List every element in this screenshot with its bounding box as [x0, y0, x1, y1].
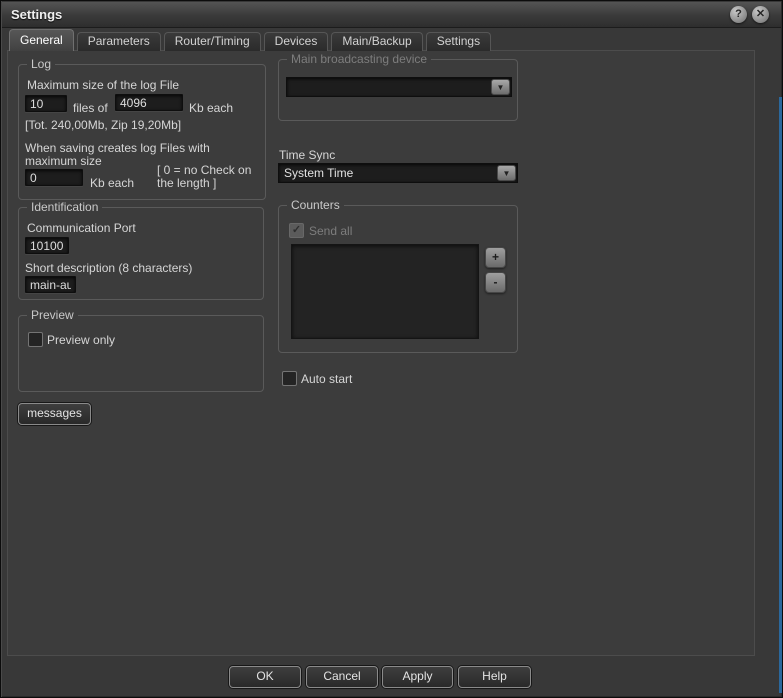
- send-all-label: Send all: [309, 224, 352, 238]
- send-all-checkbox: ✓: [289, 223, 304, 238]
- counters-group-legend: Counters: [287, 198, 344, 212]
- log-file-size-input[interactable]: [115, 94, 183, 111]
- identification-group: Identification Communication Port Short …: [18, 207, 264, 300]
- main-broadcasting-group: Main broadcasting device ▼: [278, 59, 518, 121]
- communication-port-label: Communication Port: [27, 221, 136, 235]
- time-sync-dropdown-button[interactable]: ▼: [497, 165, 516, 181]
- counters-group: Counters ✓ Send all + -: [278, 205, 518, 353]
- main-broadcasting-legend: Main broadcasting device: [287, 52, 431, 66]
- help-button-footer[interactable]: Help: [458, 666, 531, 688]
- kb-each-label: Kb each: [189, 101, 233, 115]
- counters-listbox[interactable]: [291, 244, 479, 339]
- short-description-input[interactable]: [25, 276, 76, 293]
- settings-window: Settings ? ✕ General Parameters Router/T…: [0, 0, 783, 698]
- chevron-down-icon: ▼: [498, 166, 515, 182]
- preview-only-checkbox[interactable]: [28, 332, 43, 347]
- preview-group-legend: Preview: [27, 308, 78, 322]
- short-description-label: Short description (8 characters): [25, 261, 192, 275]
- zero-hint-label-line2: the length ]: [157, 176, 216, 190]
- apply-button[interactable]: Apply: [382, 666, 453, 688]
- when-saving-label-line1: When saving creates log Files with: [25, 141, 210, 155]
- help-button[interactable]: ?: [730, 6, 747, 23]
- saving-max-size-input[interactable]: [25, 169, 83, 186]
- saving-kb-each-label: Kb each: [90, 176, 134, 190]
- remove-counter-button[interactable]: -: [485, 272, 506, 293]
- ok-button[interactable]: OK: [229, 666, 301, 688]
- auto-start-label: Auto start: [301, 372, 352, 386]
- close-icon: ✕: [756, 8, 765, 20]
- communication-port-input[interactable]: [25, 237, 69, 254]
- zero-hint-label-line1: [ 0 = no Check on: [157, 163, 251, 177]
- chevron-down-icon: ▼: [492, 80, 509, 96]
- titlebar[interactable]: Settings ? ✕: [2, 2, 781, 28]
- add-counter-button[interactable]: +: [485, 247, 506, 268]
- preview-group: Preview Preview only: [18, 315, 264, 392]
- log-files-count-input[interactable]: [25, 95, 67, 112]
- question-icon: ?: [735, 8, 742, 20]
- messages-button[interactable]: messages: [18, 403, 91, 425]
- identification-group-legend: Identification: [27, 200, 102, 214]
- when-saving-label-line2: maximum size: [25, 154, 102, 168]
- tab-settings[interactable]: Settings: [426, 32, 491, 51]
- log-group: Log Maximum size of the log File files o…: [18, 64, 266, 200]
- tab-parameters[interactable]: Parameters: [77, 32, 161, 51]
- tab-bar: General Parameters Router/Timing Devices…: [9, 29, 491, 51]
- tab-devices[interactable]: Devices: [264, 32, 329, 51]
- tab-general[interactable]: General: [9, 29, 74, 51]
- max-log-size-label: Maximum size of the log File: [27, 78, 179, 92]
- tab-main-backup[interactable]: Main/Backup: [331, 32, 422, 51]
- time-sync-selected-value: System Time: [284, 166, 353, 180]
- preview-only-label: Preview only: [47, 333, 115, 347]
- log-group-legend: Log: [27, 57, 55, 71]
- background-window-edge: [779, 97, 782, 693]
- files-of-label: files of: [73, 101, 108, 115]
- time-sync-label: Time Sync: [279, 148, 335, 162]
- tab-page-general: Log Maximum size of the log File files o…: [7, 50, 755, 656]
- tab-router-timing[interactable]: Router/Timing: [164, 32, 261, 51]
- close-button[interactable]: ✕: [752, 6, 769, 23]
- window-title: Settings: [11, 7, 62, 22]
- main-broadcasting-combobox[interactable]: ▼: [286, 77, 512, 97]
- cancel-button[interactable]: Cancel: [306, 666, 378, 688]
- main-broadcasting-dropdown-button[interactable]: ▼: [491, 79, 510, 95]
- auto-start-checkbox[interactable]: [282, 371, 297, 386]
- log-totals-label: [Tot. 240,00Mb, Zip 19,20Mb]: [25, 118, 181, 132]
- time-sync-combobox[interactable]: System Time ▼: [278, 163, 518, 183]
